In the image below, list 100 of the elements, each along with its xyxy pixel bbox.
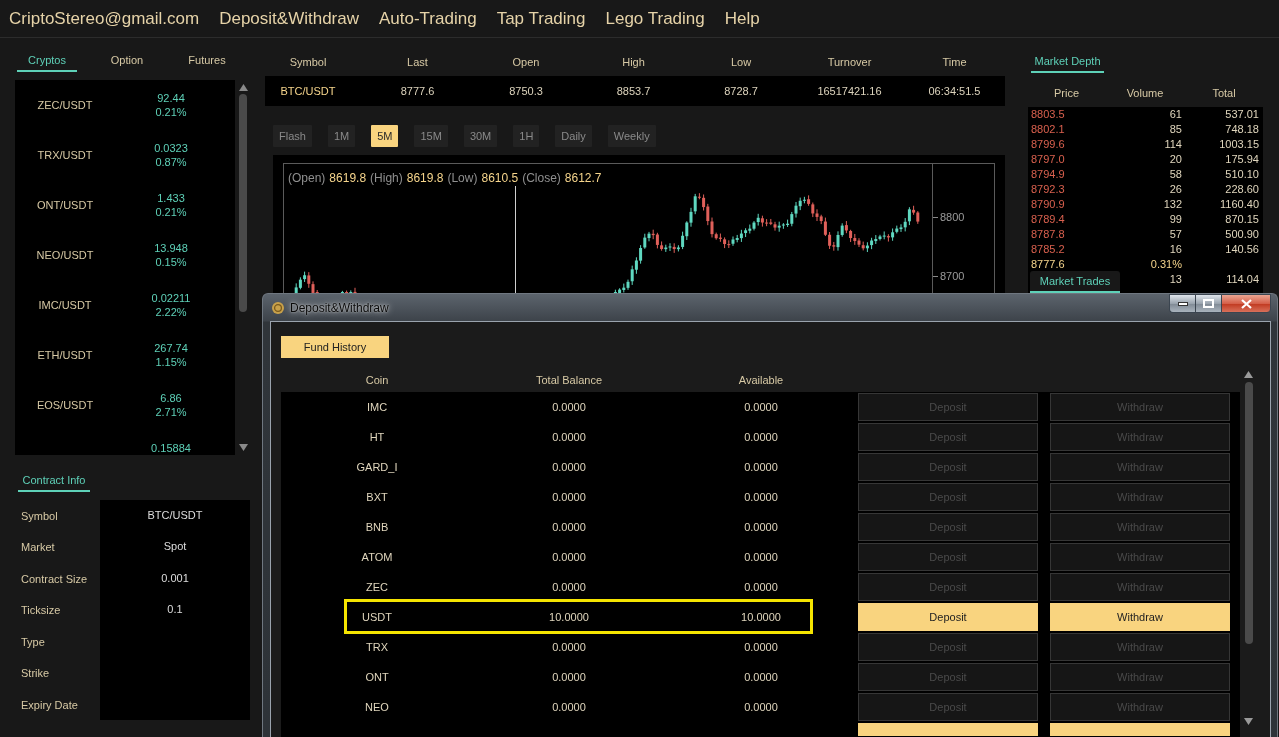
pair-name[interactable]: ZEC/USDT bbox=[37, 99, 93, 111]
field-label: Contract Size bbox=[21, 572, 88, 585]
ohlc-value: 8619.8 bbox=[329, 171, 367, 185]
withdraw-button[interactable]: Withdraw bbox=[1050, 603, 1230, 631]
volume-cell-text: 114 bbox=[1164, 137, 1183, 152]
market-tab[interactable]: Option bbox=[97, 50, 157, 72]
market-depth-tab[interactable]: Market Depth bbox=[1031, 51, 1104, 73]
total-cell-text: 510.10 bbox=[1225, 167, 1260, 182]
table-cell: 8777.6 bbox=[400, 85, 435, 97]
menu-item[interactable]: Lego Trading bbox=[605, 8, 705, 29]
column-header: Coin bbox=[365, 374, 389, 386]
price-value: 6.86 bbox=[160, 391, 182, 405]
menu-item[interactable]: Deposit&Withdraw bbox=[219, 8, 359, 29]
minimize-button[interactable] bbox=[1169, 294, 1195, 313]
table-cell: NEO bbox=[365, 701, 389, 713]
scrollbar-thumb[interactable] bbox=[239, 94, 247, 312]
volume-cell-text: 85 bbox=[1169, 122, 1183, 137]
table-cell: BNB bbox=[365, 521, 389, 533]
table-cell: 0.0000 bbox=[552, 671, 586, 683]
interval-button[interactable]: 1M bbox=[327, 125, 356, 147]
pair-name[interactable]: EOS/USDT bbox=[36, 399, 94, 411]
column-header: Time bbox=[942, 56, 967, 68]
ohlc-value: 8619.8 bbox=[406, 171, 444, 185]
price-value: 92.44 bbox=[157, 91, 185, 105]
column-header: Volume bbox=[1126, 87, 1164, 99]
total-cell-text: 748.18 bbox=[1225, 122, 1260, 137]
menu-item[interactable]: Help bbox=[724, 8, 760, 29]
change-percent: 0.87% bbox=[155, 155, 187, 169]
menu-item[interactable]: CriptoStereo@gmail.com bbox=[9, 8, 200, 29]
field-label: Strike bbox=[21, 667, 50, 680]
close-button[interactable] bbox=[1221, 294, 1271, 313]
change-percent: 1.15% bbox=[155, 355, 187, 369]
dialog-title: Deposit&Withdraw bbox=[290, 300, 389, 315]
pair-name[interactable]: TRX/USDT bbox=[37, 149, 93, 161]
axis-label: 8800 bbox=[933, 210, 965, 224]
field-value: BTC/USDT bbox=[147, 508, 203, 521]
interval-button[interactable]: 5M bbox=[371, 125, 399, 147]
scroll-up-icon[interactable] bbox=[1244, 371, 1253, 378]
menu-item[interactable]: Tap Trading bbox=[496, 8, 586, 29]
column-header: Turnover bbox=[827, 56, 872, 68]
change-percent: 0.21% bbox=[155, 205, 187, 219]
table-cell: 0.0000 bbox=[744, 551, 778, 563]
maximize-icon bbox=[1203, 299, 1214, 308]
menu-item[interactable]: Auto-Trading bbox=[379, 8, 477, 29]
volume-cell-text: 13 bbox=[1169, 272, 1183, 287]
interval-button[interactable]: 15M bbox=[414, 125, 448, 147]
interval-button[interactable]: Daily bbox=[555, 125, 592, 147]
column-header: Open bbox=[512, 56, 540, 68]
ohlc-label: (Close) bbox=[522, 171, 561, 185]
volume-cell-text: 16 bbox=[1169, 242, 1183, 257]
fund-history-button[interactable]: Fund History bbox=[281, 336, 389, 358]
price-value: 0.15884 bbox=[151, 441, 191, 455]
minimize-icon bbox=[1177, 301, 1188, 306]
price-value: 0.02211 bbox=[151, 291, 191, 305]
ohlc-value: 8610.5 bbox=[481, 171, 519, 185]
interval-button[interactable]: Weekly bbox=[607, 125, 656, 147]
scrollbar-thumb[interactable] bbox=[1244, 382, 1253, 644]
market-tab[interactable]: Cryptos bbox=[17, 50, 77, 72]
price-cell-text: 8799.6 bbox=[1030, 137, 1066, 152]
column-header: Price bbox=[1053, 87, 1080, 99]
interval-button[interactable]: 30M bbox=[463, 125, 498, 147]
total-cell-text: 228.60 bbox=[1225, 182, 1260, 197]
market-trades-tab[interactable]: Market Trades bbox=[1030, 271, 1120, 293]
table-cell: 06:34:51.5 bbox=[928, 85, 981, 97]
table-cell: 0.0000 bbox=[744, 431, 778, 443]
scroll-down-icon[interactable] bbox=[238, 444, 248, 451]
interval-button[interactable]: 1H bbox=[513, 125, 540, 147]
change-percent: 0.15% bbox=[155, 255, 187, 269]
table-cell: 0.0000 bbox=[744, 581, 778, 593]
field-label: Ticksize bbox=[21, 604, 61, 617]
table-cell: 0.0000 bbox=[552, 431, 586, 443]
pair-name[interactable]: NEO/USDT bbox=[36, 249, 94, 261]
price-cell-text: 8797.0 bbox=[1030, 152, 1066, 167]
volume-cell-text: 61 bbox=[1169, 107, 1183, 122]
field-label: Symbol bbox=[21, 509, 58, 522]
total-cell-text: 537.01 bbox=[1225, 107, 1260, 122]
scroll-up-icon[interactable] bbox=[238, 84, 248, 91]
field-label: Market bbox=[21, 541, 55, 554]
pair-name[interactable]: ETH/USDT bbox=[37, 349, 93, 361]
field-value: Spot bbox=[163, 540, 187, 553]
pair-name[interactable]: ONT/USDT bbox=[36, 199, 94, 211]
maximize-button[interactable] bbox=[1195, 294, 1221, 313]
contract-info-tab[interactable]: Contract Info bbox=[18, 470, 90, 492]
table-cell: 16517421.16 bbox=[817, 85, 882, 97]
market-tab[interactable]: Futures bbox=[177, 50, 237, 72]
table-cell: 0.0000 bbox=[744, 701, 778, 713]
deposit-button[interactable]: Deposit bbox=[858, 603, 1038, 631]
scroll-down-icon[interactable] bbox=[1244, 718, 1253, 725]
column-header: High bbox=[622, 56, 645, 68]
table-cell: 0.0000 bbox=[744, 461, 778, 473]
table-cell: BTC/USDT bbox=[280, 85, 336, 97]
ohlc-value: 8612.7 bbox=[564, 171, 602, 185]
pair-name[interactable]: IMC/USDT bbox=[38, 299, 92, 311]
table-cell: 0.0000 bbox=[552, 461, 586, 473]
total-cell-text: 1003.15 bbox=[1219, 137, 1260, 152]
table-cell: GARD_I bbox=[356, 461, 398, 473]
table-cell: 0.0000 bbox=[744, 401, 778, 413]
table-cell: 0.0000 bbox=[744, 641, 778, 653]
column-header: Low bbox=[730, 56, 752, 68]
interval-button[interactable]: Flash bbox=[273, 125, 312, 147]
